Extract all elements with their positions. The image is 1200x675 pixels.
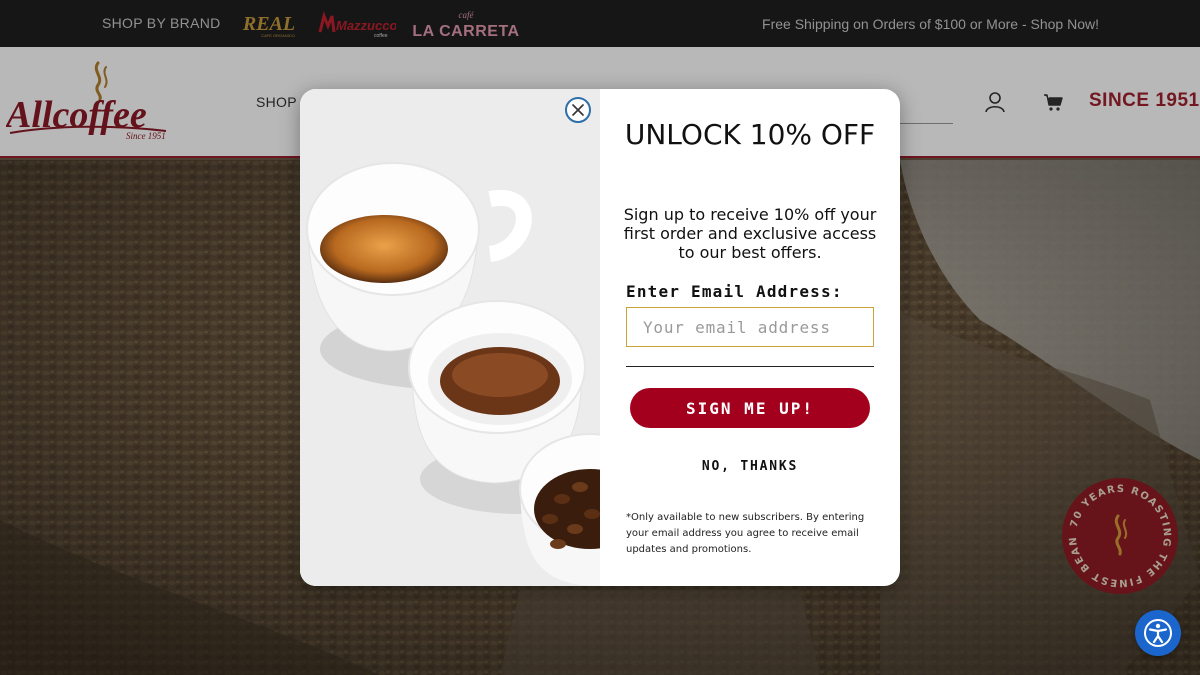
email-label: Enter Email Address: — [626, 282, 843, 301]
popup-title: UNLOCK 10% OFF — [624, 118, 876, 151]
accessibility-button[interactable] — [1135, 610, 1181, 656]
popup-form-panel: UNLOCK 10% OFF Sign up to receive 10% of… — [600, 89, 900, 586]
signup-popup: UNLOCK 10% OFF Sign up to receive 10% of… — [300, 89, 900, 586]
no-thanks-button[interactable]: NO, THANKS — [650, 459, 850, 474]
fine-print: *Only available to new subscribers. By e… — [626, 512, 865, 555]
coffee-cups-image — [300, 89, 661, 586]
close-popup-button[interactable] — [565, 97, 591, 123]
popup-description: Sign up to receive 10% off your first or… — [623, 205, 877, 262]
close-icon — [572, 104, 584, 116]
email-input[interactable] — [626, 307, 874, 347]
sign-me-up-button[interactable]: SIGN ME UP! — [630, 388, 870, 428]
form-divider — [626, 366, 874, 367]
accessibility-icon — [1144, 619, 1172, 647]
